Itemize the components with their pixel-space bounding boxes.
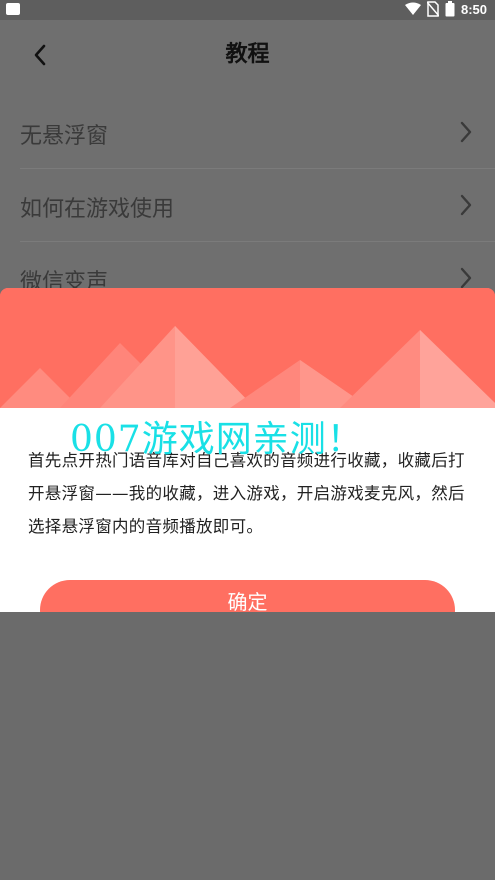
confirm-button[interactable]: 确定 — [40, 580, 455, 612]
notification-icon — [6, 3, 20, 15]
chevron-right-icon — [460, 267, 472, 289]
dim-overlay — [0, 612, 495, 880]
status-icons: 8:50 — [404, 1, 487, 17]
menu-item-no-floating-window[interactable]: 无悬浮窗 — [20, 96, 495, 169]
chevron-right-icon — [460, 121, 472, 143]
status-time: 8:50 — [460, 1, 487, 17]
menu-item-label: 如何在游戏使用 — [20, 197, 175, 222]
tutorial-menu: 无悬浮窗 如何在游戏使用 微信变声 — [0, 96, 495, 315]
no-sim-icon — [426, 1, 439, 17]
menu-item-use-in-game[interactable]: 如何在游戏使用 — [20, 169, 495, 242]
dialog-header-illustration — [0, 288, 495, 408]
watermark-text: 007游戏网亲测！ — [70, 419, 364, 460]
mountains-decoration — [0, 288, 495, 408]
battery-icon — [445, 1, 455, 17]
menu-item-label: 无悬浮窗 — [20, 124, 109, 149]
screen: 8:50 教程 无悬浮窗 如何在游戏使用 微信变声 首先点开热门语音库对自己喜欢… — [0, 0, 495, 880]
app-bar: 教程 — [0, 20, 495, 96]
page-title: 教程 — [225, 42, 270, 67]
chevron-right-icon — [460, 194, 472, 216]
wifi-icon — [404, 2, 421, 15]
status-bar: 8:50 — [0, 0, 495, 20]
